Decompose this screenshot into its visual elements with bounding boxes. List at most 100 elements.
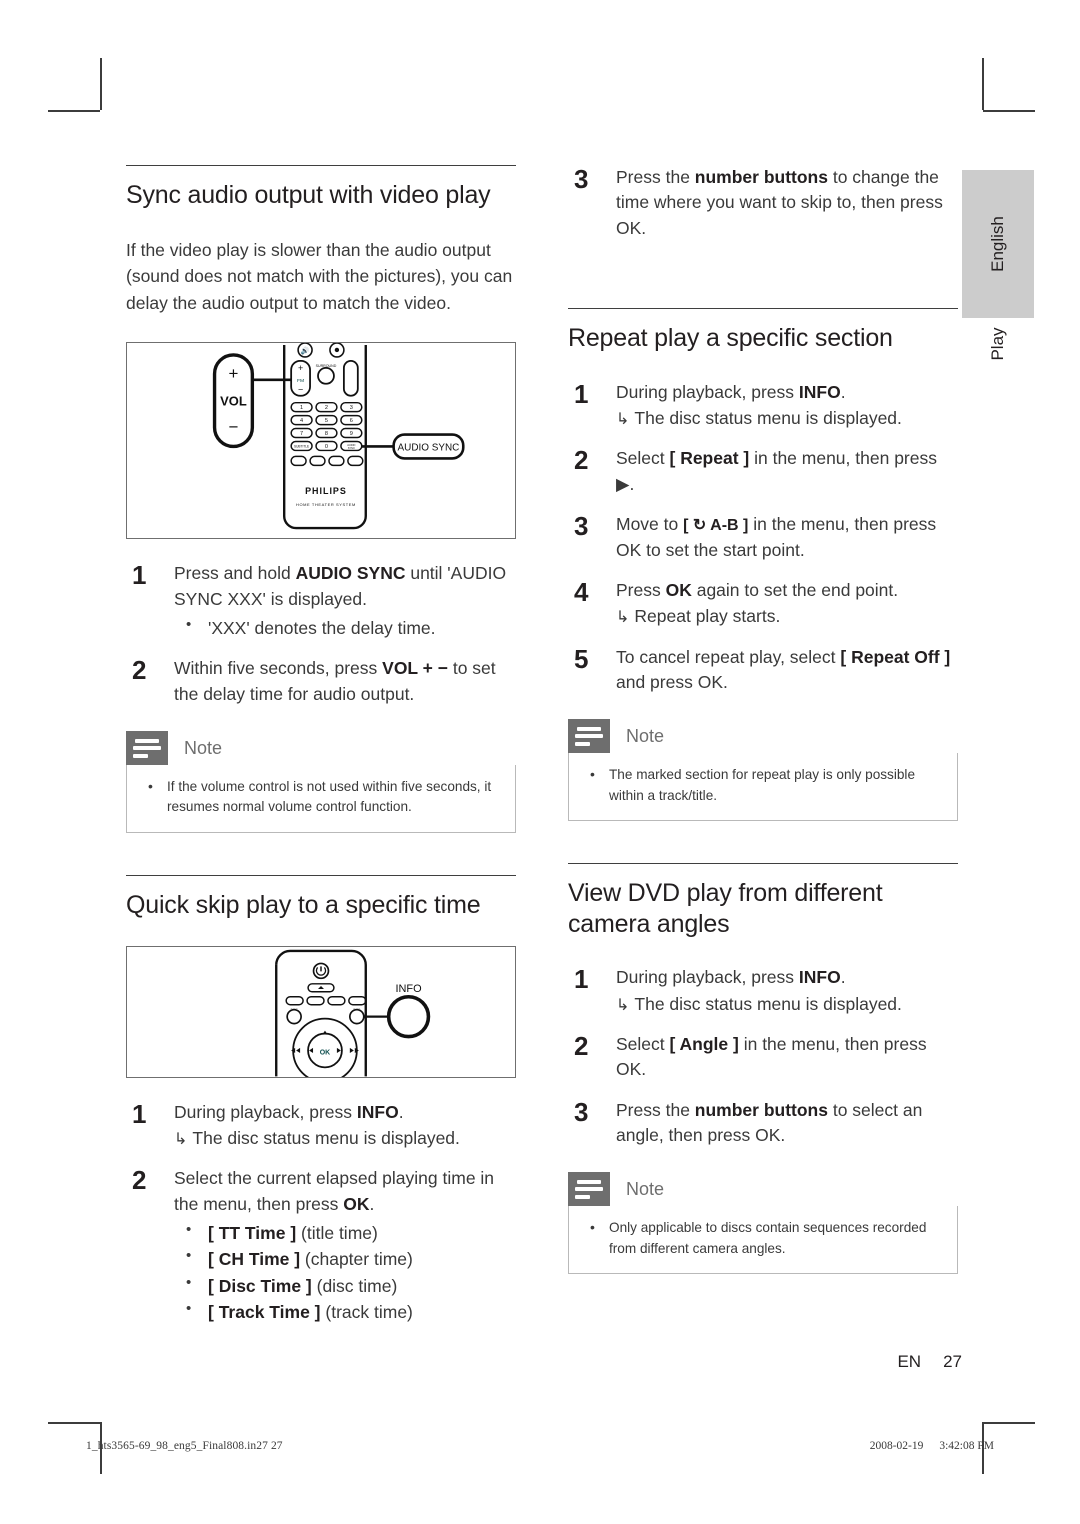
intro-paragraph: If the video play is slower than the aud… — [126, 239, 513, 313]
step-text: Within five seconds, press VOL + − to se… — [174, 658, 496, 703]
step-number: 3 — [574, 511, 589, 542]
step-text-bold: INFO — [798, 967, 841, 988]
svg-text:−: − — [229, 418, 239, 437]
svg-text:OK: OK — [320, 1050, 330, 1057]
note-body: The marked section for repeat play is on… — [568, 753, 958, 822]
step-item: 1 During playback, press INFO. ↳ The disc… — [568, 379, 958, 432]
step-number: 1 — [574, 964, 589, 995]
step-item: 3 Move to [ ↻ A-B ] in the menu, then pr… — [568, 511, 958, 563]
option-label: [ Track Time ] — [208, 1301, 321, 1322]
step-text-after: . — [369, 1193, 375, 1214]
note-box: Note Only applicable to discs contain se… — [568, 1172, 958, 1275]
note-icon — [568, 719, 610, 754]
step-bullets: 'XXX' denotes the delay time. — [174, 614, 516, 641]
step-result: ↳ The disc status menu is displayed. — [174, 1126, 516, 1151]
page-title: Sync audio output with video play — [126, 181, 491, 209]
step-text: During playback, press INFO. — [616, 382, 846, 402]
step-item: 1 During playback, press INFO. ↳ The disc… — [126, 1099, 516, 1152]
svg-text:4: 4 — [300, 418, 303, 424]
step-text-before: During playback, press — [616, 967, 799, 988]
step-text: During playback, press INFO. — [616, 967, 846, 987]
section-title-camera-angles: View DVD play from different camera angl… — [568, 879, 883, 938]
steps-quick-skip: 1 During playback, press INFO. ↳ The disc… — [126, 1099, 516, 1326]
step-text: Select the current elapsed playing time … — [174, 1168, 494, 1213]
steps-sync-audio: 1 Press and hold AUDIO SYNC until 'AUDIO… — [126, 560, 516, 707]
section-divider — [568, 308, 958, 310]
svg-text:SYNC: SYNC — [348, 447, 355, 451]
step-text: To cancel repeat play, select [ Repeat O… — [616, 647, 950, 692]
arrow-icon: ↳ — [616, 996, 630, 1014]
section-title-quick-skip: Quick skip play to a specific time — [126, 890, 481, 919]
note-title: Note — [626, 1178, 665, 1199]
option-label: [ Disc Time ] — [208, 1275, 312, 1296]
option-desc: (chapter time) — [300, 1249, 413, 1270]
step-item: 3 Press the number buttons to select an … — [568, 1097, 958, 1149]
footer-filename: 1_hts3565-69_98_eng5_Final808.in27 27 — [86, 1440, 283, 1452]
section-tab-label: Play — [988, 327, 1007, 361]
svg-text:+: + — [229, 364, 239, 383]
svg-text:VOL: VOL — [220, 394, 247, 409]
step-item: 3 Press the number buttons to change the… — [568, 164, 958, 241]
svg-text:SUBTITLE: SUBTITLE — [294, 445, 309, 449]
svg-text:AUDIO SYNC: AUDIO SYNC — [398, 443, 460, 454]
section-tab: Play — [962, 322, 1034, 394]
note-item: Only applicable to discs contain sequenc… — [583, 1217, 943, 1259]
step-item: 2 Within five seconds, press VOL + − to … — [126, 655, 516, 707]
step-text: Press OK again to set the end point. — [616, 580, 898, 600]
section-divider — [126, 874, 516, 876]
option-label: [ CH Time ] — [208, 1249, 301, 1270]
step-text: Press and hold AUDIO SYNC until 'AUDIO S… — [174, 563, 506, 608]
arrow-icon: ↳ — [616, 411, 630, 428]
step-item: 1 During playback, press INFO. ↳ The disc… — [568, 964, 958, 1017]
list-item: [ TT Time ] (title time) — [174, 1219, 516, 1246]
step-text-after: again to set the end point. — [691, 579, 899, 600]
section-divider — [568, 863, 958, 865]
svg-text:6: 6 — [350, 418, 353, 424]
step-text-bold: [ Angle ] — [669, 1033, 739, 1054]
right-column: 3 Press the number buttons to change the… — [568, 164, 958, 1275]
step-result: ↳ Repeat play starts. — [616, 604, 958, 629]
list-item: [ Track Time ] (track time) — [174, 1298, 516, 1325]
footer-metadata: 1_hts3565-69_98_eng5_Final808.in27 27 20… — [86, 1440, 994, 1452]
step-text-before: Press the — [616, 167, 695, 187]
note-item: If the volume control is not used within… — [141, 776, 501, 818]
step-text-before: Press and hold — [174, 563, 296, 584]
step-text-bold: INFO — [798, 381, 841, 402]
list-item: [ Disc Time ] (disc time) — [174, 1272, 516, 1299]
note-icon — [568, 1172, 610, 1207]
step-text-bold: [ Repeat Off ] — [840, 646, 951, 667]
section-divider — [126, 165, 516, 166]
step-result-text: The disc status menu is displayed. — [192, 1128, 460, 1148]
svg-text:INFO: INFO — [395, 983, 421, 995]
arrow-icon: ↳ — [616, 609, 630, 627]
step-text-before: Press the — [616, 1099, 695, 1120]
note-icon — [126, 731, 168, 766]
step-number: 2 — [574, 445, 589, 476]
time-options-list: [ TT Time ] (title time) [ CH Time ] (ch… — [174, 1219, 516, 1325]
step-number: 1 — [132, 1098, 147, 1129]
note-body: Only applicable to discs contain sequenc… — [568, 1206, 958, 1275]
note-box: Note If the volume control is not used w… — [126, 731, 516, 833]
step-text-before: Select the current elapsed playing time … — [174, 1168, 495, 1214]
step-text-before: During playback, press — [616, 381, 799, 402]
step-item: 2 Select the current elapsed playing tim… — [126, 1165, 516, 1325]
step-number: 1 — [132, 560, 147, 591]
page-language-code: EN — [897, 1352, 922, 1371]
step-result-text: Repeat play starts. — [634, 606, 781, 627]
list-item: [ CH Time ] (chapter time) — [174, 1245, 516, 1272]
step-item: 2 Select [ Repeat ] in the menu, then pr… — [568, 445, 958, 497]
note-title: Note — [184, 737, 223, 758]
option-desc: (title time) — [296, 1223, 378, 1244]
step-text-before: During playback, press — [174, 1101, 357, 1122]
steps-repeat-play: 1 During playback, press INFO. ↳ The disc… — [568, 379, 958, 696]
step-text-before: Select — [616, 1033, 670, 1054]
section-title-repeat-play: Repeat play a specific section — [568, 324, 893, 353]
left-column: Sync audio output with video play If the… — [126, 165, 516, 1340]
step-text-before: Select — [616, 448, 670, 469]
svg-text:5: 5 — [325, 418, 328, 424]
step-text-before: Press — [616, 579, 666, 600]
step-number: 1 — [574, 378, 589, 409]
step-result-text: The disc status menu is displayed. — [634, 993, 902, 1014]
step-text-after: and press OK. — [616, 672, 728, 692]
step-item: 2 Select [ Angle ] in the menu, then pre… — [568, 1031, 958, 1083]
